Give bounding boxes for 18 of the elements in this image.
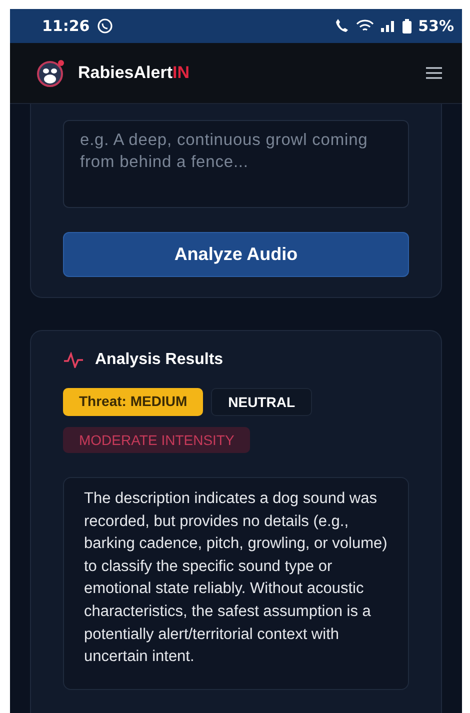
status-badge: NEUTRAL	[211, 388, 312, 416]
wifi-icon	[356, 19, 374, 33]
status-badge: MODERATE INTENSITY	[63, 427, 250, 453]
description-field[interactable]: e.g. A deep, continuous growl coming from behind a fence...	[63, 120, 409, 208]
battery-percent: 53%	[418, 17, 454, 35]
analyze-button[interactable]: Analyze Audio	[63, 232, 409, 277]
battery-icon	[402, 18, 412, 34]
call-icon	[334, 19, 350, 33]
analysis-description: The description indicates a dog sound was recorded, but provides no details (e.g., barking cadence, pitch, growling, or volume) to classify the specific sound type or emotional state reliably. Without acoustic characteristics, the safest assumption is a potentially alert/territorial context with uncertain intent.	[84, 489, 388, 668]
status-time: 11:26	[42, 17, 90, 35]
results-title: Analysis Results	[95, 351, 224, 369]
chat-icon	[96, 17, 114, 35]
pulse-icon	[63, 352, 85, 368]
menu-icon[interactable]	[426, 67, 442, 79]
app-title: RabiesAlertIN	[78, 63, 190, 83]
dog-face-icon	[36, 58, 66, 88]
signal-icon	[380, 19, 396, 33]
status-badge: Threat: MEDIUM	[63, 388, 204, 416]
